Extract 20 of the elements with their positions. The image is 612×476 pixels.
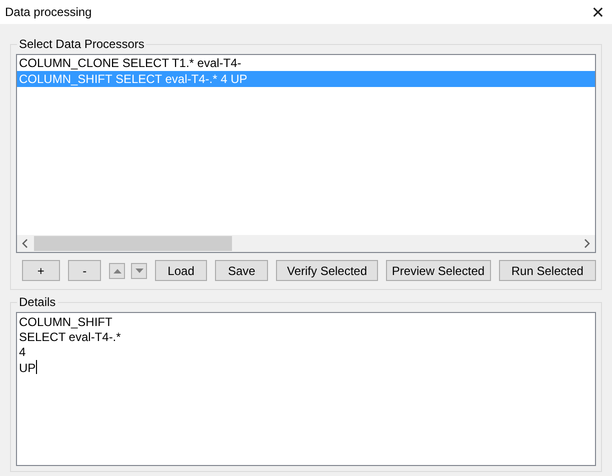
move-up-button[interactable]	[109, 262, 126, 278]
action-button[interactable]: Verify Selected	[276, 260, 378, 281]
close-button[interactable]: ✕	[584, 0, 612, 24]
list-item[interactable]: COLUMN_CLONE SELECT T1.* eval-T4-	[17, 55, 595, 71]
details-field[interactable]: COLUMN_SHIFT SELECT eval-T4-.* 4 UP	[16, 312, 596, 466]
move-down-button[interactable]	[131, 262, 148, 278]
triangle-up-icon	[112, 268, 122, 274]
scrollbar-thumb[interactable]	[34, 236, 232, 251]
horizontal-scrollbar[interactable]	[17, 235, 595, 252]
action-button[interactable]: +	[22, 260, 60, 281]
group-title: Select Data Processors	[18, 37, 146, 51]
window-title: Data processing	[5, 5, 92, 19]
processor-list[interactable]: COLUMN_CLONE SELECT T1.* eval-T4- COLUMN_SHIFT SELECT eval-T4-.* 4 UP	[16, 54, 596, 253]
action-button[interactable]: Save	[214, 260, 268, 281]
action-button[interactable]: Run Selected	[498, 260, 596, 281]
group-title: Details	[18, 295, 57, 309]
action-button[interactable]: Load	[155, 260, 207, 281]
action-button[interactable]: Preview Selected	[386, 260, 491, 281]
triangle-down-icon	[134, 268, 144, 274]
action-button[interactable]: -	[68, 260, 102, 281]
